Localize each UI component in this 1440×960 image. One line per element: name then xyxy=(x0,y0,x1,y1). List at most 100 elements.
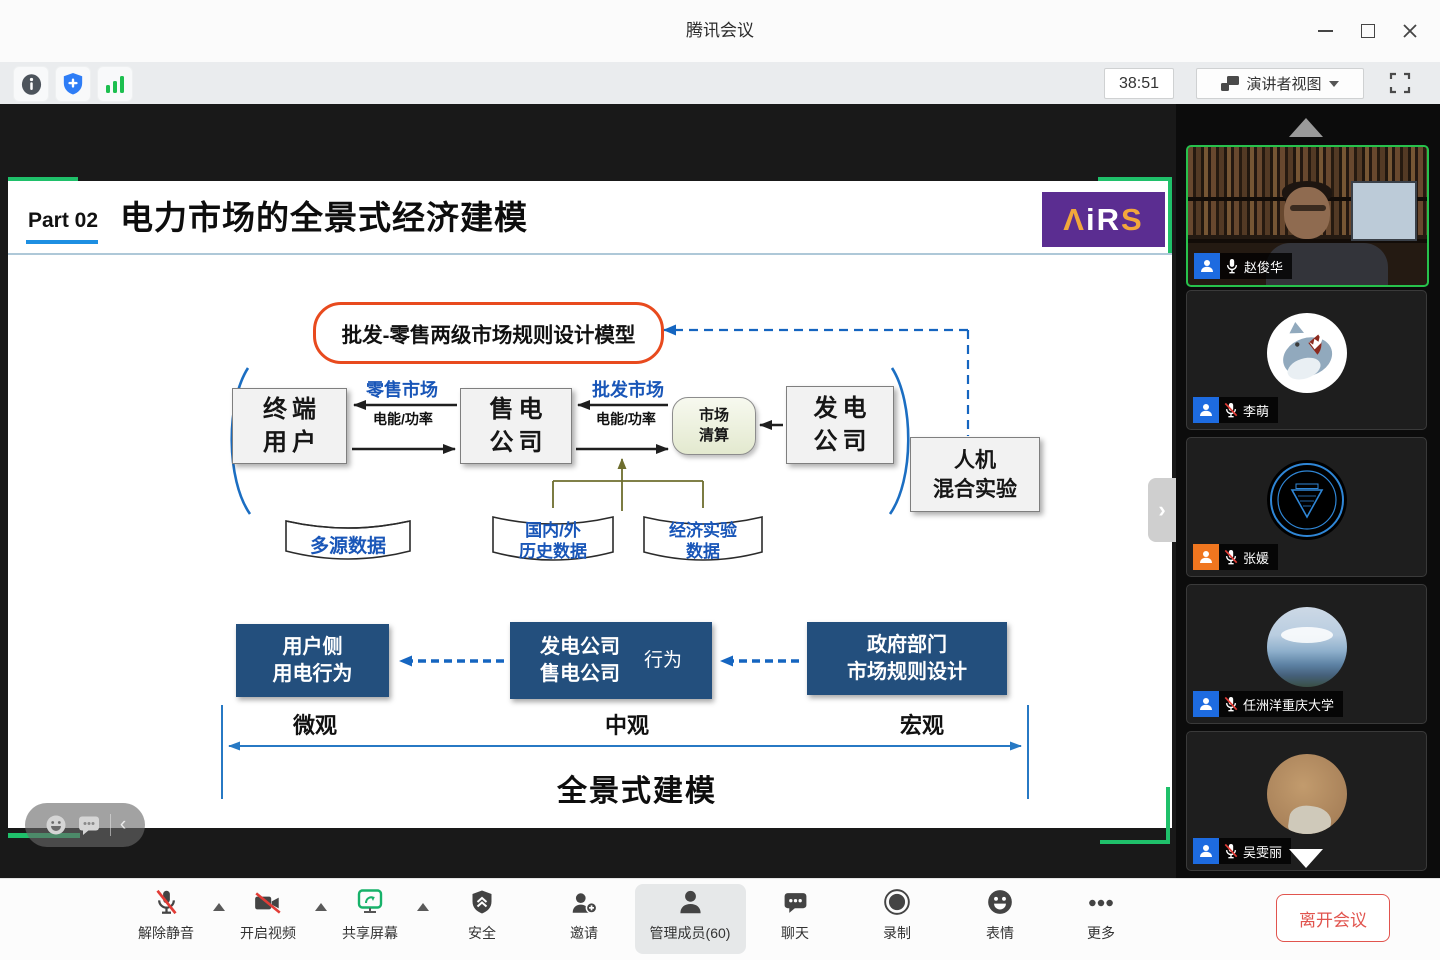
emoji-button[interactable]: 表情 xyxy=(952,888,1048,943)
retailer-box: 售电公司 xyxy=(460,388,572,464)
minimize-button[interactable] xyxy=(1315,21,1335,41)
share-screen-button[interactable]: 共享屏幕 xyxy=(322,888,418,943)
record-button[interactable]: 录制 xyxy=(849,888,945,943)
signal-bars-icon xyxy=(105,75,125,94)
toolbar-label: 表情 xyxy=(986,923,1014,943)
participant-tile[interactable]: 李萌 xyxy=(1186,290,1427,430)
avatar-sand xyxy=(1267,754,1347,834)
micro-label: 微观 xyxy=(280,708,350,740)
toolbar-label: 安全 xyxy=(468,923,496,943)
behavior-label: 行为 xyxy=(644,647,682,674)
fullscreen-button[interactable] xyxy=(1385,69,1415,97)
participant-tile-speaking[interactable]: 赵俊华 xyxy=(1186,145,1429,287)
scroll-down-arrow[interactable] xyxy=(1289,849,1323,868)
person-icon xyxy=(1198,402,1214,418)
collapse-pill-icon[interactable]: ‹ xyxy=(120,815,126,836)
video-feed xyxy=(1284,187,1330,239)
wholesale-market-label: 批发市场 xyxy=(578,376,678,402)
person-icon xyxy=(1198,843,1214,859)
participant-role-badge xyxy=(1193,838,1219,864)
person-icon xyxy=(1198,549,1214,565)
sidebar-collapse-tab[interactable]: › xyxy=(1148,478,1176,542)
person-icon xyxy=(1198,696,1214,712)
info-icon xyxy=(20,73,43,96)
emoji-reaction-icon[interactable] xyxy=(44,813,68,837)
participant-namebar: 任洲洋重庆大学 xyxy=(1193,691,1343,717)
camera-muted-icon xyxy=(253,890,283,916)
shark-avatar-image xyxy=(1267,313,1347,393)
members-icon xyxy=(677,889,704,916)
view-mode-selector[interactable]: 演讲者视图 xyxy=(1196,68,1364,99)
participant-tile[interactable]: 任洲洋重庆大学 xyxy=(1186,584,1427,724)
toolbar-label: 开启视频 xyxy=(240,923,296,943)
chongqing-university-seal xyxy=(1267,460,1347,540)
meso-label: 中观 xyxy=(592,708,662,740)
manage-members-button[interactable]: 管理成员(60) xyxy=(642,888,738,943)
mic-on-icon xyxy=(1225,258,1239,274)
more-button[interactable]: 更多 xyxy=(1053,888,1149,943)
fullscreen-icon xyxy=(1388,71,1412,95)
toolbar-label: 解除静音 xyxy=(138,923,194,943)
share-options-caret[interactable] xyxy=(417,903,429,911)
toolbar-label: 邀请 xyxy=(570,923,598,943)
minimize-icon xyxy=(1318,30,1333,32)
participant-role-badge xyxy=(1193,691,1219,717)
layout-view-icon xyxy=(1221,76,1239,92)
energy-power-label: 电能/功率 xyxy=(578,409,674,429)
share-border-marker xyxy=(1100,840,1170,844)
chevron-right-icon: › xyxy=(1158,497,1165,523)
record-icon xyxy=(883,888,911,916)
participant-namebar: 李萌 xyxy=(1193,397,1278,423)
participant-tile[interactable]: 张媛 xyxy=(1186,437,1427,577)
network-quality-button[interactable] xyxy=(97,66,133,102)
participant-name: 任洲洋重庆大学 xyxy=(1243,695,1334,714)
toolbar-label: 共享屏幕 xyxy=(342,923,398,943)
participant-name: 李萌 xyxy=(1243,401,1269,420)
human-machine-experiment-box: 人机混合实验 xyxy=(910,437,1040,512)
maximize-button[interactable] xyxy=(1358,21,1378,41)
avatar-seascape xyxy=(1267,607,1347,687)
avatar-university-seal xyxy=(1267,460,1347,540)
participant-role-badge xyxy=(1193,544,1219,570)
avatar-shark xyxy=(1267,313,1347,393)
user-behavior-box: 用户侧用电行为 xyxy=(236,624,389,697)
macro-label: 宏观 xyxy=(887,708,957,740)
more-dots-icon xyxy=(1087,890,1115,916)
mic-muted-icon xyxy=(1224,402,1238,418)
unmute-button[interactable]: 解除静音 xyxy=(118,888,214,943)
meeting-timer: 38:51 xyxy=(1104,68,1174,99)
invite-button[interactable]: 邀请 xyxy=(536,888,632,943)
start-video-button[interactable]: 开启视频 xyxy=(220,888,316,943)
close-button[interactable] xyxy=(1400,21,1420,41)
video-feed xyxy=(1351,181,1417,241)
chat-button[interactable]: 聊天 xyxy=(747,888,843,943)
quick-chat-icon[interactable] xyxy=(77,814,101,836)
mic-muted-icon xyxy=(1224,696,1238,712)
chat-bubble-icon xyxy=(782,890,809,916)
energy-power-label: 电能/功率 xyxy=(355,409,451,429)
security-button[interactable]: 安全 xyxy=(434,888,530,943)
maximize-icon xyxy=(1361,24,1375,38)
scroll-up-arrow[interactable] xyxy=(1289,118,1323,137)
toolbar-label: 聊天 xyxy=(781,923,809,943)
participant-role-badge xyxy=(1194,253,1220,279)
shield-plus-icon xyxy=(62,72,84,96)
close-icon xyxy=(1402,23,1418,39)
toolbar-label: 更多 xyxy=(1087,923,1115,943)
company-behavior-box: 发电公司售电公司 行为 xyxy=(510,622,712,699)
security-shield-icon xyxy=(470,889,494,916)
avatar-image xyxy=(1281,627,1333,643)
mic-muted-icon xyxy=(153,888,180,916)
smiley-icon xyxy=(986,888,1014,916)
reaction-quick-bar[interactable]: ‹ xyxy=(25,803,145,847)
mic-muted-icon xyxy=(1224,843,1238,859)
window-title: 腾讯会议 xyxy=(0,0,1440,62)
share-screen-icon xyxy=(355,888,385,916)
video-feed xyxy=(1290,205,1326,211)
participant-role-badge xyxy=(1193,397,1219,423)
leave-meeting-button[interactable]: 离开会议 xyxy=(1276,894,1390,942)
participant-namebar: 赵俊华 xyxy=(1194,253,1292,279)
meeting-info-button[interactable] xyxy=(13,66,49,102)
meeting-security-status-button[interactable] xyxy=(55,66,91,102)
model-title-box: 批发-零售两级市场规则设计模型 xyxy=(313,302,664,364)
